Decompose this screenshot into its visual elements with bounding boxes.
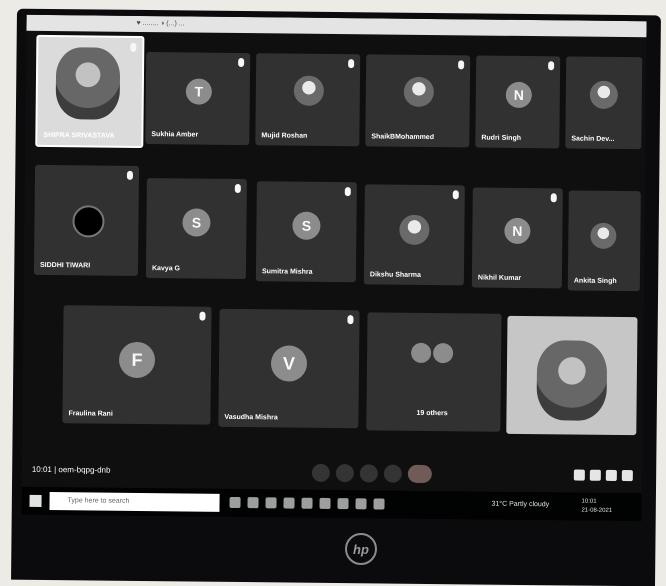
windows-start-icon[interactable] <box>29 494 42 507</box>
mic-icon <box>550 193 557 203</box>
monitor-screen: ♥ ........ ◑ (...) ... SHIPRA SRIVASTAVA… <box>21 14 647 522</box>
clock-date: 21-08-2021 <box>581 507 613 514</box>
mic-icon <box>234 183 241 194</box>
clock-time: 10:01 <box>581 498 597 505</box>
participant-tile[interactable]: T Sukhia Amber <box>145 52 251 146</box>
participant-name: Kavya G <box>151 265 181 273</box>
activities-icon[interactable] <box>621 470 633 482</box>
mic-toggle-button[interactable] <box>311 463 330 482</box>
participant-tile[interactable]: Ankita Singh <box>567 190 641 292</box>
participant-name: Sachin Dev... <box>571 135 615 143</box>
participant-tile[interactable]: Dikshu Sharma <box>363 184 465 286</box>
avatar-photo <box>399 214 430 245</box>
participant-tile[interactable]: N Rudri Singh <box>475 55 561 149</box>
participant-name: ShaikBMohammed <box>371 133 435 142</box>
avatar-photo <box>589 80 618 109</box>
avatar-logo <box>72 205 105 238</box>
avatar <box>433 343 454 364</box>
search-placeholder: Type here to search <box>67 497 130 505</box>
mic-icon <box>348 59 355 69</box>
mic-icon <box>238 57 245 68</box>
taskbar-clock[interactable]: 10:01 21-08-2021 <box>581 498 612 516</box>
participant-name: SHIPRA SRIVASTAVA <box>43 131 115 140</box>
participant-tile[interactable]: S Kavya G <box>145 178 247 280</box>
avatar: S <box>292 211 321 240</box>
avatar <box>411 342 432 364</box>
mail-icon[interactable] <box>301 497 313 509</box>
mic-icon <box>548 61 555 71</box>
folder-icon[interactable] <box>283 497 295 509</box>
others-count: 19 others <box>416 409 448 418</box>
participant-name: SIDDHI TIWARI <box>39 261 91 270</box>
participant-tile[interactable]: SIDDHI TIWARI <box>33 164 140 276</box>
participant-tile[interactable]: Mujid Roshan <box>255 53 361 147</box>
participant-tile[interactable]: F Fraulina Rani <box>62 305 212 425</box>
avatar: F <box>118 341 156 379</box>
mic-icon <box>199 311 206 321</box>
participant-tile[interactable]: Sachin Dev... <box>565 56 643 150</box>
participant-name: Mujid Roshan <box>261 132 308 140</box>
mic-icon <box>126 170 134 180</box>
participant-name: Rudri Singh <box>481 134 522 142</box>
participant-video <box>536 340 608 421</box>
camera-toggle-button[interactable] <box>335 464 354 483</box>
app-icon[interactable] <box>337 498 349 510</box>
avatar: V <box>270 345 308 382</box>
avatar-photo <box>403 76 435 108</box>
mic-icon <box>452 190 459 200</box>
others-tile[interactable]: 19 others <box>366 312 502 432</box>
avatar-photo <box>590 222 617 249</box>
meeting-info: 10:01 | oem-bqpg-dnb <box>31 464 111 475</box>
participant-name: Nikhil Kumar <box>477 274 522 282</box>
participant-name: Ankita Singh <box>573 277 617 285</box>
meeting-controls: 10:01 | oem-bqpg-dnb <box>21 454 642 492</box>
chrome-icon[interactable] <box>355 498 367 510</box>
edge-icon[interactable] <box>247 497 259 509</box>
participant-video <box>55 47 121 120</box>
app-icon[interactable] <box>373 498 385 510</box>
store-icon[interactable] <box>265 497 277 509</box>
participant-name: Vasudha Mishra <box>224 413 278 422</box>
mic-icon <box>347 315 354 325</box>
captions-button[interactable] <box>359 464 378 483</box>
participant-name: Sumitra Mishra <box>261 268 313 276</box>
participant-name: Sukhia Amber <box>151 131 199 139</box>
app-icon[interactable] <box>319 497 331 509</box>
participant-tile[interactable]: S Sumitra Mishra <box>255 181 357 283</box>
avatar: S <box>182 208 211 237</box>
browser-tab-text: ♥ ........ ◑ (...) ... <box>136 19 185 28</box>
avatar: N <box>505 81 532 109</box>
mic-icon <box>458 60 465 70</box>
avatar: N <box>504 217 531 245</box>
chat-icon[interactable] <box>605 469 617 481</box>
participant-tile[interactable]: SHIPRA SRIVASTAVA <box>35 34 145 148</box>
mic-icon <box>130 42 137 52</box>
avatar: T <box>185 78 212 105</box>
hp-logo: hp <box>345 533 377 565</box>
mic-icon <box>344 187 351 197</box>
participant-name: Dikshu Sharma <box>369 271 421 279</box>
participant-tile[interactable]: N Nikhil Kumar <box>471 187 563 289</box>
task-view-icon[interactable] <box>229 496 241 509</box>
leave-call-button[interactable] <box>407 464 432 484</box>
info-icon[interactable] <box>573 469 585 481</box>
participant-name: Fraulina Rani <box>68 410 113 418</box>
participant-tile[interactable]: V Vasudha Mishra <box>218 308 360 429</box>
avatar-photo <box>293 75 325 106</box>
people-icon[interactable] <box>589 469 601 481</box>
taskbar-search[interactable]: Type here to search <box>49 492 220 512</box>
weather-status[interactable]: 31°C Partly cloudy <box>491 501 549 509</box>
participant-tile[interactable]: ShaikBMohammed <box>365 54 471 148</box>
raise-hand-button[interactable] <box>383 464 402 483</box>
self-view-tile[interactable] <box>506 315 638 436</box>
